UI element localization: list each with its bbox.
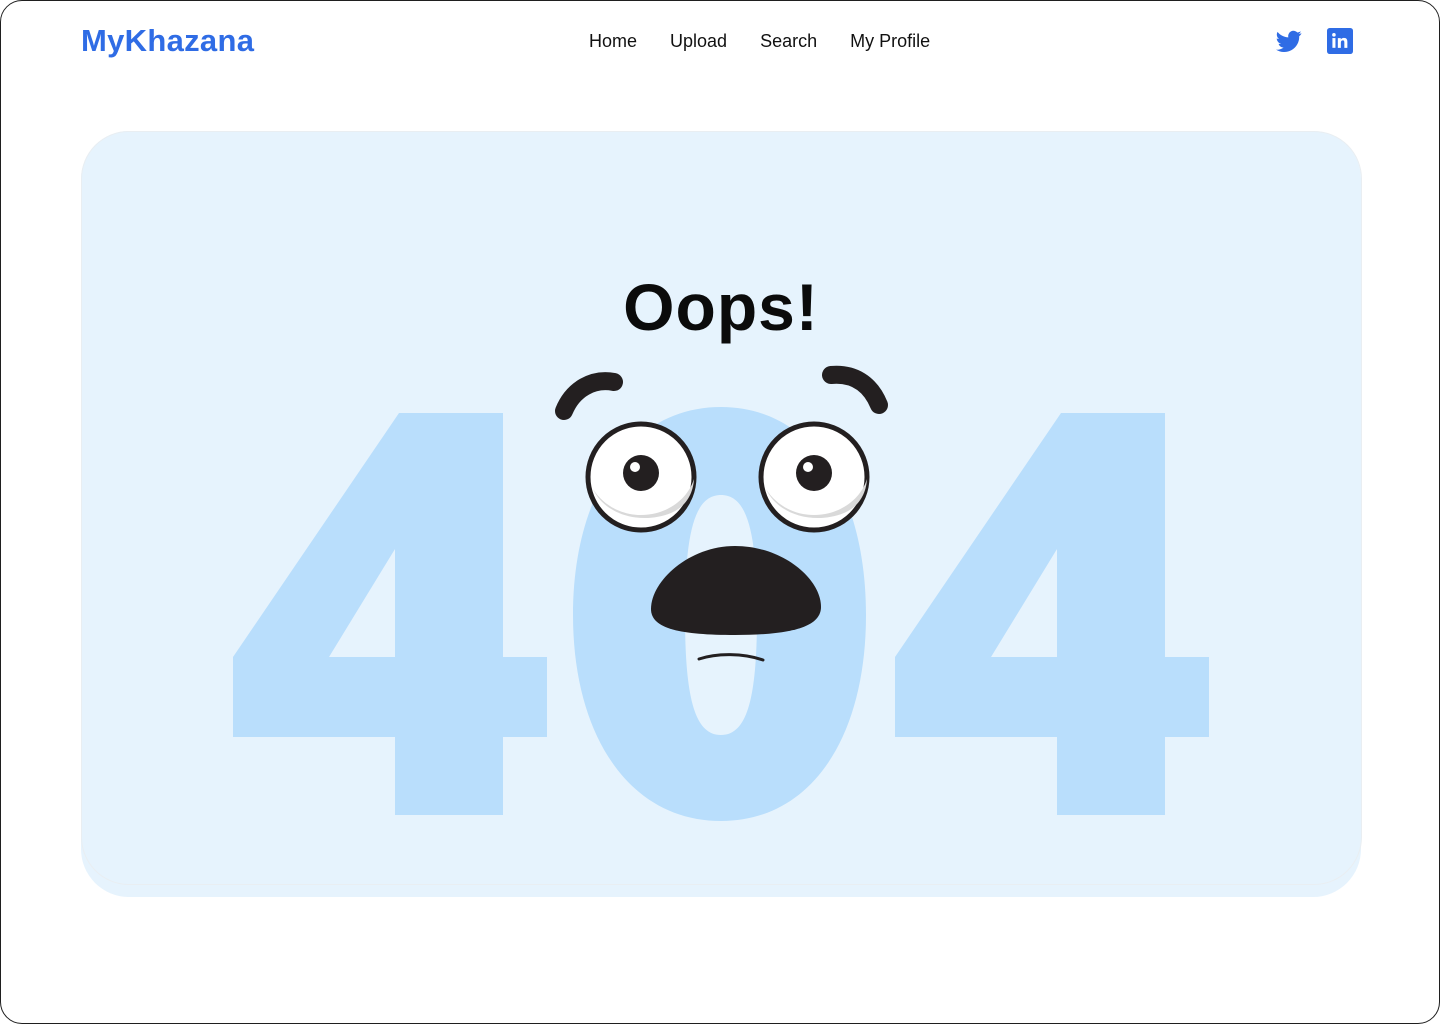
social-links — [1276, 28, 1353, 54]
nav-upload[interactable]: Upload — [670, 29, 727, 53]
browser-frame: MyKhazana Home Upload Search My Profile — [0, 0, 1440, 1024]
nav-my-profile[interactable]: My Profile — [850, 29, 930, 53]
main-nav: Home Upload Search My Profile — [589, 29, 963, 53]
brand-logo[interactable]: MyKhazana — [81, 21, 254, 61]
twitter-icon[interactable] — [1276, 28, 1302, 54]
error-card — [81, 131, 1361, 897]
linkedin-icon[interactable] — [1327, 28, 1353, 54]
nav-home[interactable]: Home — [589, 29, 637, 53]
nav-search[interactable]: Search — [760, 29, 817, 53]
error-heading: Oops! — [623, 270, 819, 345]
